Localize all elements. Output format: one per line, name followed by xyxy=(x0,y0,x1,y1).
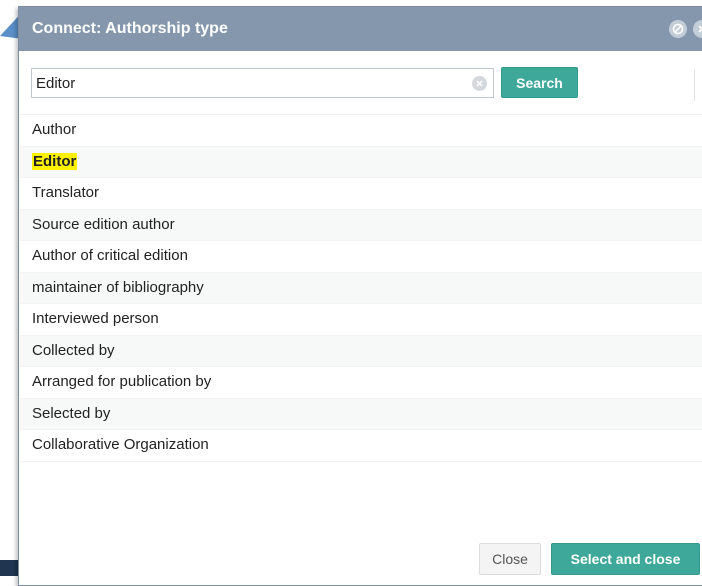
list-item-label: maintainer of bibliography xyxy=(32,278,204,296)
list-item-label: Collaborative Organization xyxy=(32,436,209,453)
list-item[interactable]: Collected by xyxy=(20,335,702,367)
list-item[interactable]: maintainer of bibliography xyxy=(20,272,702,304)
list-item-label: Arranged for publication by xyxy=(32,373,212,390)
settings-icon[interactable] xyxy=(669,20,687,38)
select-and-close-button[interactable]: Select and close xyxy=(551,543,700,575)
list-item-label: Author xyxy=(32,121,77,138)
connect-dialog: Connect: Authorship type Editor Search A… xyxy=(18,6,702,586)
search-button[interactable]: Search xyxy=(501,67,578,98)
list-item-label: Author of critical edition xyxy=(32,247,188,264)
clear-search-icon[interactable] xyxy=(472,76,487,91)
list-item-label: Collected by xyxy=(32,341,115,359)
dialog-title: Connect: Authorship type xyxy=(32,20,228,37)
list-item-label: Source edition author xyxy=(32,215,175,233)
list-item-label: Translator xyxy=(32,184,99,201)
dialog-titlebar: Connect: Authorship type xyxy=(19,7,702,51)
dialog-header-icons xyxy=(669,20,702,38)
list-item[interactable]: Author xyxy=(20,115,702,147)
close-button[interactable]: Close xyxy=(479,543,541,575)
list-item[interactable]: Interviewed person xyxy=(20,304,702,336)
search-divider xyxy=(694,69,695,101)
list-item-label: Editor xyxy=(32,152,78,170)
close-icon[interactable] xyxy=(693,20,702,38)
list-item[interactable]: Source edition author xyxy=(20,209,702,241)
list-item[interactable]: Editor xyxy=(20,146,702,178)
result-list: Author Editor Translator Source edition aut… xyxy=(20,114,702,462)
list-item[interactable]: Author of critical edition xyxy=(20,241,702,273)
search-box xyxy=(31,68,494,98)
background-page-left xyxy=(0,0,18,576)
list-item-label: Selected by xyxy=(32,404,111,422)
list-item[interactable]: Collaborative Organization xyxy=(20,430,702,462)
dialog-footer: Close Select and close xyxy=(19,541,702,575)
list-item[interactable]: Translator xyxy=(20,178,702,210)
search-row: Search xyxy=(31,67,702,101)
list-item[interactable]: Selected by xyxy=(20,398,702,430)
search-input[interactable] xyxy=(36,71,456,95)
list-item[interactable]: Arranged for publication by xyxy=(20,367,702,399)
list-item-label: Interviewed person xyxy=(32,310,159,327)
background-navbar xyxy=(0,560,18,576)
